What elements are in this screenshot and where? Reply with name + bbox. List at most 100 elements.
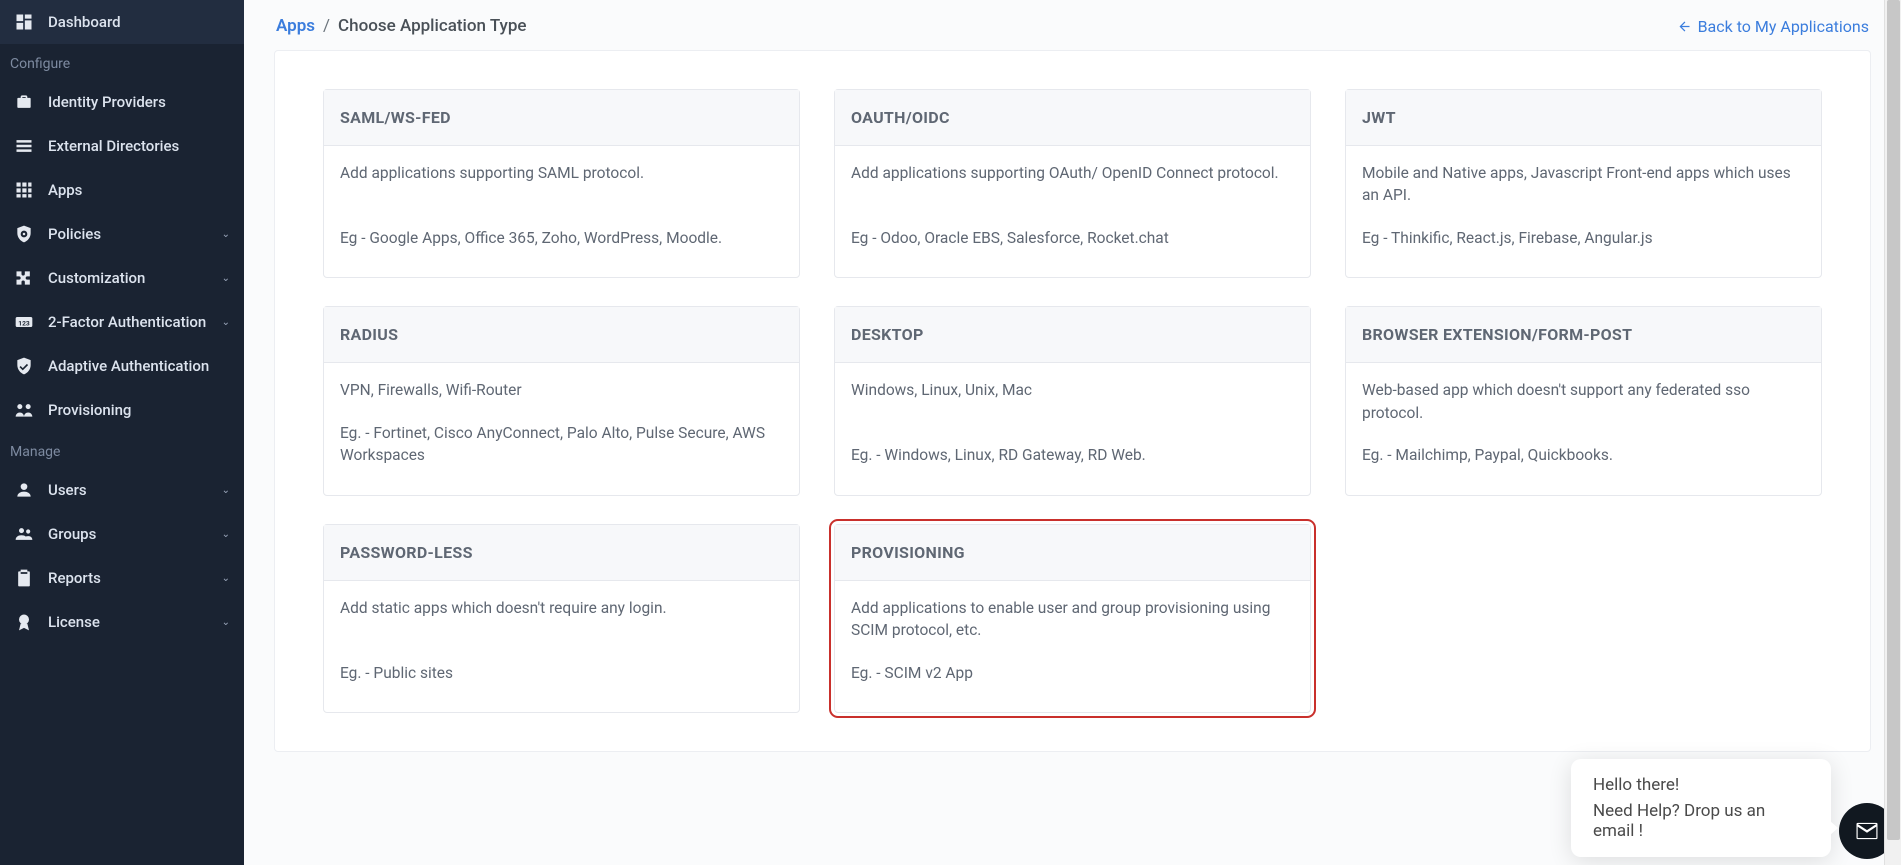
- card-body: Add applications to enable user and grou…: [835, 581, 1310, 712]
- sidebar-item-label: External Directories: [48, 137, 179, 155]
- sidebar-section-manage: Manage: [0, 432, 244, 468]
- card-example: Eg - Google Apps, Office 365, Zoho, Word…: [340, 227, 783, 249]
- briefcase-icon: [14, 92, 34, 112]
- card-title: BROWSER EXTENSION/FORM-POST: [1346, 307, 1821, 363]
- dashboard-icon: [14, 12, 34, 32]
- card-body: Web-based app which doesn't support any …: [1346, 363, 1821, 494]
- chat-tooltip: Hello there! Need Help? Drop us an email…: [1571, 759, 1831, 857]
- content-panel: SAML/WS-FEDAdd applications supporting S…: [274, 50, 1871, 752]
- sidebar-section-configure: Configure: [0, 44, 244, 80]
- sidebar: Dashboard Configure Identity Providers E…: [0, 0, 244, 865]
- sidebar-item-label: Customization: [48, 269, 145, 287]
- card-example: Eg. - SCIM v2 App: [851, 662, 1294, 684]
- sidebar-item-identity-providers[interactable]: Identity Providers: [0, 80, 244, 124]
- svg-text:123: 123: [18, 319, 30, 327]
- chat-line1: Hello there!: [1593, 775, 1809, 795]
- card-description: VPN, Firewalls, Wifi-Router: [340, 379, 783, 401]
- sidebar-item-adaptive-auth[interactable]: Adaptive Authentication: [0, 344, 244, 388]
- app-type-card[interactable]: PROVISIONING Add applications to enable u…: [834, 524, 1311, 713]
- sidebar-item-label: Provisioning: [48, 401, 131, 419]
- card-example: Eg. - Public sites: [340, 662, 783, 684]
- chat-line2: Need Help? Drop us an email !: [1593, 801, 1809, 841]
- sidebar-item-reports[interactable]: Reports ⌄: [0, 556, 244, 600]
- card-body: Add static apps which doesn't require an…: [324, 581, 799, 712]
- app-type-card[interactable]: RADIUS VPN, Firewalls, Wifi-Router Eg. - F…: [323, 306, 800, 495]
- sidebar-item-provisioning[interactable]: Provisioning: [0, 388, 244, 432]
- app-type-card[interactable]: DESKTOP Windows, Linux, Unix, Mac Eg. - Wi…: [834, 306, 1311, 495]
- sidebar-item-users[interactable]: Users ⌄: [0, 468, 244, 512]
- scrollbar[interactable]: [1884, 0, 1901, 865]
- list-icon: [14, 136, 34, 156]
- sidebar-item-label: Policies: [48, 225, 101, 243]
- sidebar-item-label: Users: [48, 481, 87, 499]
- sidebar-item-policies[interactable]: Policies ⌄: [0, 212, 244, 256]
- breadcrumb-root[interactable]: Apps: [276, 16, 315, 36]
- chevron-down-icon: ⌄: [222, 485, 230, 496]
- breadcrumb-current: Choose Application Type: [338, 16, 527, 36]
- card-description: Mobile and Native apps, Javascript Front…: [1362, 162, 1805, 207]
- people-arrows-icon: [14, 400, 34, 420]
- mail-icon: [1853, 817, 1881, 845]
- user-icon: [14, 480, 34, 500]
- card-body: Windows, Linux, Unix, Mac Eg. - Windows, …: [835, 363, 1310, 494]
- sidebar-item-label: Identity Providers: [48, 93, 166, 111]
- card-example: Eg. - Fortinet, Cisco AnyConnect, Palo A…: [340, 422, 783, 467]
- sidebar-item-label: Adaptive Authentication: [48, 357, 209, 375]
- app-type-card[interactable]: OAUTH/OIDC Add applications supporting OA…: [834, 89, 1311, 278]
- sidebar-item-label: Apps: [48, 181, 82, 199]
- scrollbar-thumb[interactable]: [1887, 0, 1900, 840]
- award-icon: [14, 612, 34, 632]
- arrow-left-icon: [1677, 19, 1692, 34]
- breadcrumb: Apps / Choose Application Type: [276, 16, 527, 36]
- 123-icon: 123: [14, 312, 34, 332]
- sidebar-item-apps[interactable]: Apps: [0, 168, 244, 212]
- sidebar-item-label: 2-Factor Authentication: [48, 313, 206, 331]
- chevron-down-icon: ⌄: [222, 617, 230, 628]
- sidebar-item-label: Dashboard: [48, 13, 121, 31]
- shield-check-icon: [14, 356, 34, 376]
- card-description: Add static apps which doesn't require an…: [340, 597, 783, 619]
- card-title: PROVISIONING: [835, 525, 1310, 581]
- chevron-down-icon: ⌄: [222, 573, 230, 584]
- card-title: OAUTH/OIDC: [835, 90, 1310, 146]
- card-body: Add applications supporting SAML protoco…: [324, 146, 799, 277]
- card-example: Eg - Thinkific, React.js, Firebase, Angu…: [1362, 227, 1805, 249]
- chevron-down-icon: ⌄: [222, 229, 230, 240]
- card-example: Eg. - Mailchimp, Paypal, Quickbooks.: [1362, 444, 1805, 466]
- sidebar-item-customization[interactable]: Customization ⌄: [0, 256, 244, 300]
- main-panel: Apps / Choose Application Type Back to M…: [244, 0, 1901, 865]
- card-title: DESKTOP: [835, 307, 1310, 363]
- sidebar-item-external-directories[interactable]: External Directories: [0, 124, 244, 168]
- card-body: Mobile and Native apps, Javascript Front…: [1346, 146, 1821, 277]
- card-title: PASSWORD-LESS: [324, 525, 799, 581]
- app-type-card[interactable]: SAML/WS-FEDAdd applications supporting S…: [323, 89, 800, 278]
- chevron-down-icon: ⌄: [222, 273, 230, 284]
- back-link-label: Back to My Applications: [1698, 17, 1869, 36]
- back-to-apps-link[interactable]: Back to My Applications: [1677, 17, 1869, 36]
- card-body: VPN, Firewalls, Wifi-Router Eg. - Fortine…: [324, 363, 799, 494]
- card-description: Add applications supporting OAuth/ OpenI…: [851, 162, 1294, 184]
- sidebar-item-license[interactable]: License ⌄: [0, 600, 244, 644]
- chevron-down-icon: ⌄: [222, 317, 230, 328]
- chevron-down-icon: ⌄: [222, 529, 230, 540]
- app-type-card[interactable]: JWTMobile and Native apps, Javascript Fr…: [1345, 89, 1822, 278]
- sidebar-item-label: Groups: [48, 525, 96, 543]
- card-description: Windows, Linux, Unix, Mac: [851, 379, 1294, 401]
- sidebar-item-label: License: [48, 613, 100, 631]
- puzzle-icon: [14, 268, 34, 288]
- sidebar-item-label: Reports: [48, 569, 101, 587]
- sidebar-item-groups[interactable]: Groups ⌄: [0, 512, 244, 556]
- card-body: Add applications supporting OAuth/ OpenI…: [835, 146, 1310, 277]
- app-type-grid: SAML/WS-FEDAdd applications supporting S…: [323, 89, 1822, 713]
- shield-cog-icon: [14, 224, 34, 244]
- card-example: Eg. - Windows, Linux, RD Gateway, RD Web…: [851, 444, 1294, 466]
- sidebar-item-dashboard[interactable]: Dashboard: [0, 0, 244, 44]
- card-description: Web-based app which doesn't support any …: [1362, 379, 1805, 424]
- sidebar-item-2fa[interactable]: 123 2-Factor Authentication ⌄: [0, 300, 244, 344]
- card-description: Add applications to enable user and grou…: [851, 597, 1294, 642]
- app-type-card[interactable]: BROWSER EXTENSION/FORM-POST Web-based app…: [1345, 306, 1822, 495]
- card-title: RADIUS: [324, 307, 799, 363]
- app-type-card[interactable]: PASSWORD-LESS Add static apps which doesn…: [323, 524, 800, 713]
- grid-icon: [14, 180, 34, 200]
- breadcrumb-sep: /: [323, 16, 330, 36]
